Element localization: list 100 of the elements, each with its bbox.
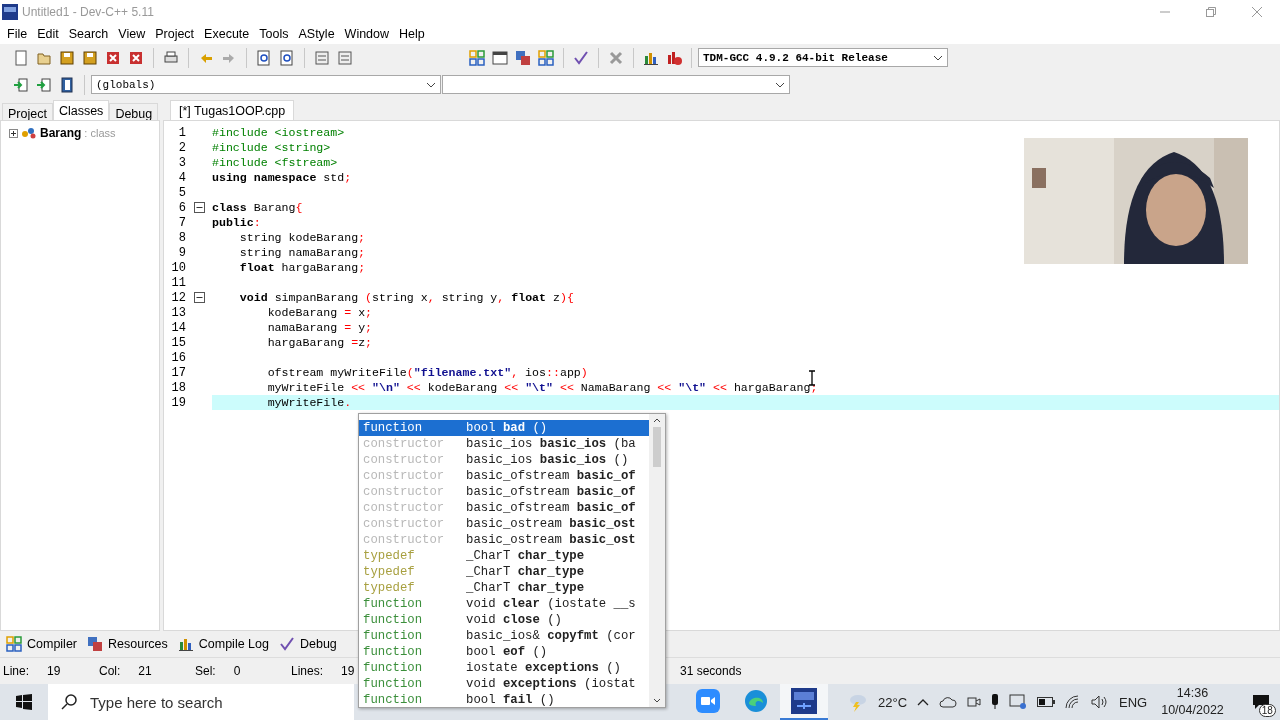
code-line: class Barang{ [212,201,303,214]
line-number: 14 [170,320,186,335]
menu-item[interactable]: File [2,27,33,41]
battery-icon[interactable] [1037,697,1056,707]
menu-item[interactable]: Tools [254,27,294,41]
line-number: 11 [170,275,186,290]
output-tab[interactable]: Compiler [6,636,77,652]
cloud-icon[interactable] [939,696,958,708]
line-number: 5 [177,185,186,200]
code-line: #include <string> [212,141,331,154]
completion-item[interactable]: typedef _CharT char_type [359,580,649,596]
status-message: 31 seconds [680,664,742,678]
menu-item[interactable]: Edit [32,27,64,41]
completion-item[interactable]: constructor basic_ostream basic_ost [359,532,649,548]
scope-select[interactable]: (globals) [91,75,441,94]
fold-icon[interactable] [193,202,205,213]
line-number: 15 [170,335,186,350]
grid-icon[interactable] [6,636,22,652]
camera-icon[interactable] [967,695,982,709]
status-label: Lines: [291,664,324,678]
completion-item[interactable]: function basic_ios& copyfmt (cor [359,628,649,644]
video-app-icon[interactable] [696,689,720,713]
scroll-thumb[interactable] [653,427,661,467]
taskbar-search-field[interactable]: Type here to search [48,684,354,720]
scroll-down-icon[interactable] [653,698,661,703]
menu-item[interactable]: Help [394,27,430,41]
panel-tab[interactable]: Project [2,103,53,120]
code-line: using namespace std; [212,171,352,184]
fold-icon[interactable] [193,292,205,303]
status-label: Col: [99,664,121,678]
completion-item[interactable]: constructor basic_ostream basic_ost [359,516,649,532]
menu-item[interactable]: Search [63,27,114,41]
completion-item[interactable]: typedef _CharT char_type [359,564,649,580]
scrollbar[interactable] [649,414,665,707]
menu-item[interactable]: Execute [199,27,255,41]
line-number: 18 [170,380,186,395]
code-line: string kodeBarang; [238,231,366,244]
scroll-up-icon[interactable] [653,418,661,423]
weather-temperature[interactable]: 22°C [878,694,908,710]
windows-icon[interactable] [87,636,103,652]
volume-icon[interactable] [1091,695,1110,709]
completion-item[interactable]: constructor basic_ofstream basic_of [359,468,649,484]
file-tab[interactable]: [*] Tugas1OOP.cpp [170,100,295,120]
app-logo-icon [2,4,18,20]
restore-icon[interactable] [1206,7,1216,17]
line-number: 3 [177,155,186,170]
notifications-button[interactable]: 18 [1245,687,1276,717]
completion-item[interactable]: function void close () [359,612,649,628]
output-tab[interactable]: Resources [87,636,168,652]
menu-item[interactable]: View [113,27,151,41]
microphone-icon[interactable] [991,694,1000,710]
chevron-up-icon[interactable] [917,698,930,706]
caret-icon[interactable] [426,81,436,88]
output-tab[interactable]: Debug [278,636,337,652]
code-line: #include <iostream> [212,126,345,139]
browser-app-icon[interactable] [744,689,768,713]
status-value: 19 [47,664,61,678]
panel-tab[interactable]: Classes [52,100,110,120]
output-tab[interactable]: Compile Log [177,636,269,652]
caret-icon[interactable] [933,54,943,61]
class-name[interactable]: Barang [40,126,82,140]
completion-item[interactable]: function bool eof () [359,644,649,660]
completion-item[interactable]: function bool fail () [359,692,649,707]
completion-item[interactable]: function iostate exceptions () [359,660,649,676]
status-value: 0 [233,664,241,678]
code-line: #include <fstream> [212,156,338,169]
caret-icon[interactable] [775,81,785,88]
menu-item[interactable]: Window [339,27,395,41]
line-number: 2 [177,140,186,155]
completion-item[interactable]: function void exceptions (iostat [359,676,649,692]
ide-app-icon[interactable] [791,688,817,714]
completion-item[interactable]: constructor basic_ofstream basic_of [359,500,649,516]
line-number: 10 [170,260,186,275]
windows-logo-icon[interactable] [16,694,32,710]
status-value: 19 [341,664,355,678]
line-number: 8 [177,230,186,245]
search-icon[interactable] [60,693,78,711]
text-cursor-icon [808,370,816,386]
code-line: void simpanBarang (string x, string y, float z){ [238,291,574,304]
language-indicator[interactable]: ENG [1119,694,1148,710]
close-icon[interactable] [1252,7,1262,17]
bar-chart-icon[interactable] [177,636,194,652]
panel-tab[interactable]: Debug [109,103,159,120]
completion-item[interactable]: function void clear (iostate __s [359,596,649,612]
clock[interactable]: 14:36 10/04/2022 [1161,685,1224,719]
expand-icon[interactable] [9,128,18,138]
line-number: 13 [170,305,186,320]
compiler-select[interactable]: TDM-GCC 4.9.2 64-bit Release [698,48,948,67]
completion-item[interactable]: constructor basic_ios basic_ios (ba [359,436,649,452]
code-line: string namaBarang; [238,246,366,259]
menu-item[interactable]: Project [150,27,200,41]
status-label: Line: [3,664,30,678]
completion-item[interactable]: typedef _CharT char_type [359,548,649,564]
completion-item[interactable]: function bool bad () [359,420,649,436]
check-icon[interactable] [278,636,295,652]
menu-item[interactable]: AStyle [293,27,340,41]
screen-share-icon[interactable] [1009,694,1028,710]
code-line: hargaBarang =z; [266,336,373,349]
completion-item[interactable]: constructor basic_ios basic_ios () [359,452,649,468]
completion-item[interactable]: constructor basic_ofstream basic_of [359,484,649,500]
